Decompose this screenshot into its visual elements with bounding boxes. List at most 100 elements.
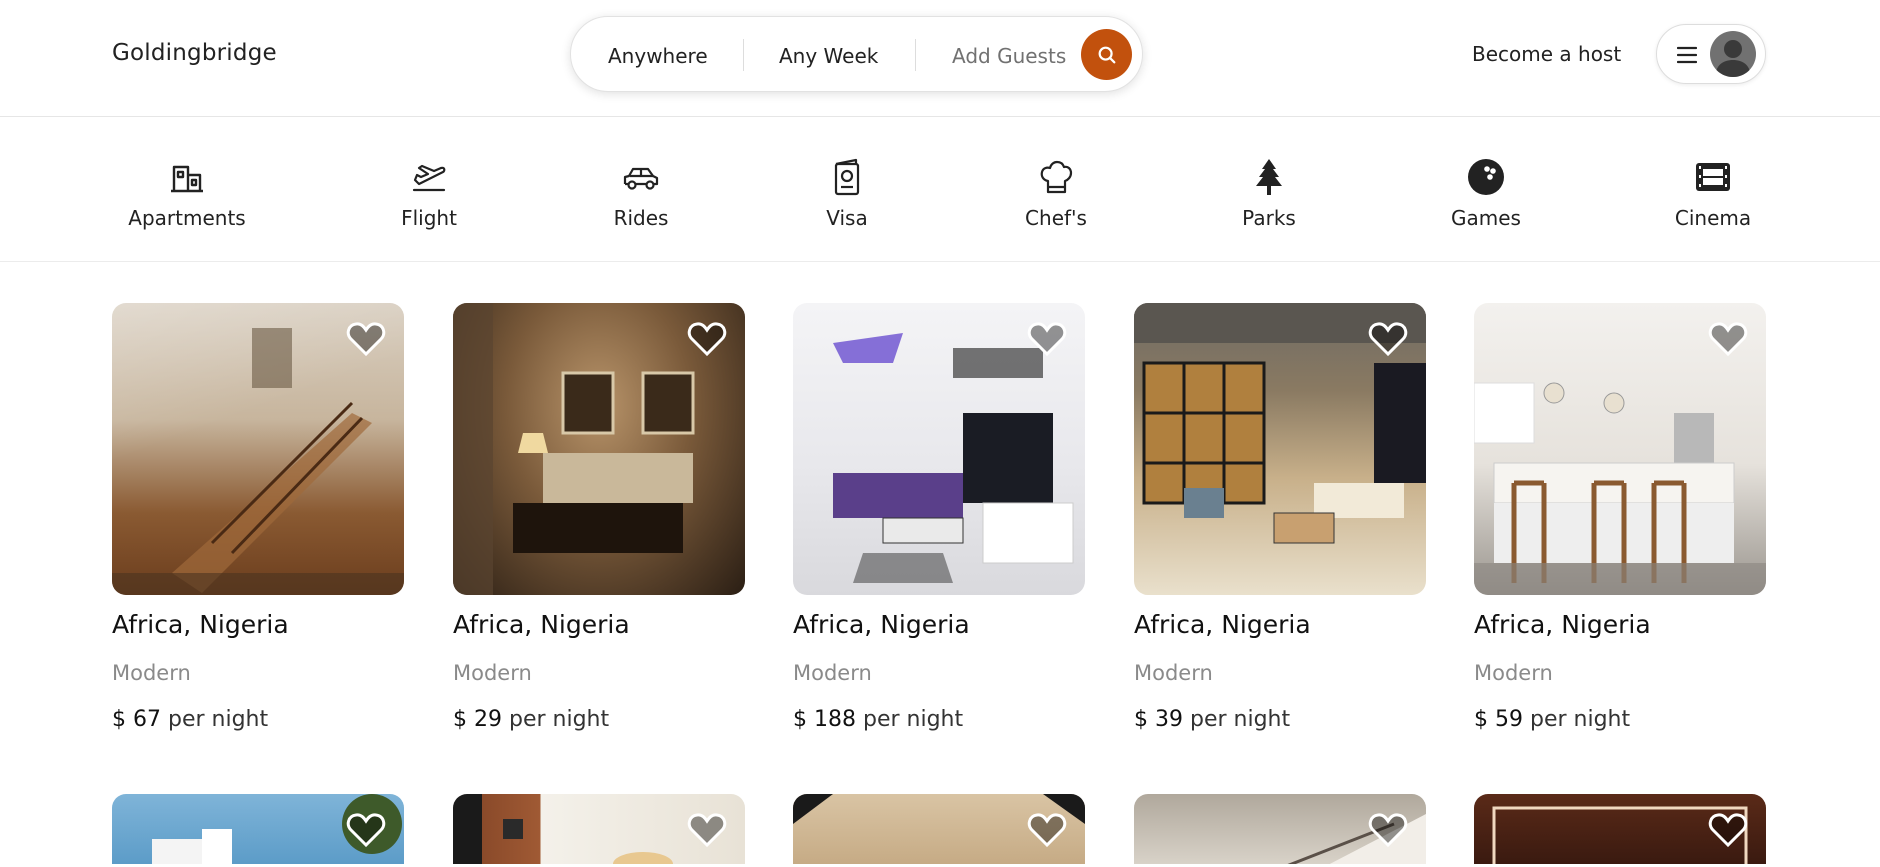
category-flight[interactable]: Flight bbox=[349, 158, 509, 230]
category-cinema[interactable]: Cinema bbox=[1633, 158, 1793, 230]
top-header: Goldingbridge Anywhere Any Week Add Gues… bbox=[0, 0, 1880, 117]
search-divider bbox=[915, 39, 916, 71]
user-icon bbox=[1715, 40, 1751, 77]
category-visa[interactable]: Visa bbox=[767, 158, 927, 230]
favorite-heart-icon[interactable] bbox=[1708, 812, 1748, 848]
user-menu-button[interactable] bbox=[1656, 24, 1766, 84]
film-icon bbox=[1696, 163, 1730, 191]
listing-photo[interactable] bbox=[1134, 794, 1426, 864]
listing-location: Africa, Nigeria bbox=[793, 610, 970, 639]
listing-photo[interactable] bbox=[1134, 303, 1426, 595]
brand-logo[interactable]: Goldingbridge bbox=[112, 40, 277, 66]
listing-price: $ 29 per night bbox=[453, 707, 609, 732]
listing-price: $ 67 per night bbox=[112, 707, 268, 732]
category-bar: Apartments Flight Rides Visa Chef's Park… bbox=[0, 118, 1880, 262]
search-bar[interactable]: Anywhere Any Week Add Guests bbox=[570, 16, 1143, 92]
become-host-link[interactable]: Become a host bbox=[1472, 42, 1621, 66]
listing-card[interactable]: Africa, Nigeria Modern $ 67 per night bbox=[112, 303, 404, 732]
category-label: Flight bbox=[401, 206, 457, 230]
category-label: Parks bbox=[1242, 206, 1296, 230]
listing-price: $ 188 per night bbox=[793, 707, 963, 732]
price-amount: 59 bbox=[1495, 707, 1523, 732]
listing-photo[interactable] bbox=[112, 303, 404, 595]
listing-card[interactable] bbox=[1474, 794, 1766, 864]
plane-icon bbox=[412, 164, 446, 192]
listing-photo[interactable] bbox=[453, 794, 745, 864]
favorite-heart-icon[interactable] bbox=[687, 321, 727, 357]
favorite-heart-icon[interactable] bbox=[1027, 812, 1067, 848]
category-label: Apartments bbox=[128, 206, 246, 230]
bowling-ball-icon bbox=[1468, 159, 1504, 195]
search-divider bbox=[743, 39, 744, 71]
price-amount: 188 bbox=[814, 707, 856, 732]
apartment-icon bbox=[171, 165, 203, 193]
listing-card[interactable]: Africa, Nigeria Modern $ 188 per night bbox=[793, 303, 1085, 732]
avatar bbox=[1710, 31, 1756, 77]
favorite-heart-icon[interactable] bbox=[687, 812, 727, 848]
search-anywhere[interactable]: Anywhere bbox=[608, 44, 708, 68]
menu-icon bbox=[1677, 46, 1697, 64]
listing-location: Africa, Nigeria bbox=[1134, 610, 1311, 639]
listing-card[interactable] bbox=[112, 794, 404, 864]
price-currency: $ bbox=[1134, 707, 1148, 732]
category-label: Cinema bbox=[1674, 206, 1752, 230]
listing-type: Modern bbox=[1474, 661, 1553, 685]
listing-card[interactable] bbox=[793, 794, 1085, 864]
price-unit: per night bbox=[1530, 707, 1631, 732]
favorite-heart-icon[interactable] bbox=[1368, 812, 1408, 848]
listing-price: $ 39 per night bbox=[1134, 707, 1290, 732]
listing-card[interactable] bbox=[1134, 794, 1426, 864]
category-label: Visa bbox=[826, 206, 868, 230]
listing-type: Modern bbox=[793, 661, 872, 685]
price-unit: per night bbox=[509, 707, 610, 732]
price-currency: $ bbox=[112, 707, 126, 732]
car-icon bbox=[623, 167, 659, 190]
category-apartments[interactable]: Apartments bbox=[107, 158, 267, 230]
search-add-guests[interactable]: Add Guests bbox=[952, 44, 1066, 68]
listing-type: Modern bbox=[453, 661, 532, 685]
category-label: Chef's bbox=[1025, 206, 1087, 230]
category-chefs[interactable]: Chef's bbox=[976, 158, 1136, 230]
category-label: Rides bbox=[613, 206, 669, 230]
search-button[interactable] bbox=[1081, 29, 1132, 80]
price-amount: 39 bbox=[1155, 707, 1183, 732]
favorite-heart-icon[interactable] bbox=[1708, 321, 1748, 357]
listing-card[interactable]: Africa, Nigeria Modern $ 29 per night bbox=[453, 303, 745, 732]
listing-photo[interactable] bbox=[793, 794, 1085, 864]
price-currency: $ bbox=[793, 707, 807, 732]
price-currency: $ bbox=[453, 707, 467, 732]
listing-type: Modern bbox=[112, 661, 191, 685]
listing-type: Modern bbox=[1134, 661, 1213, 685]
listing-price: $ 59 per night bbox=[1474, 707, 1630, 732]
price-unit: per night bbox=[168, 707, 269, 732]
price-unit: per night bbox=[1190, 707, 1291, 732]
listing-card[interactable]: Africa, Nigeria Modern $ 39 per night bbox=[1134, 303, 1426, 732]
listing-photo[interactable] bbox=[453, 303, 745, 595]
listing-photo[interactable] bbox=[1474, 303, 1766, 595]
listing-photo[interactable] bbox=[1474, 794, 1766, 864]
listing-photo[interactable] bbox=[793, 303, 1085, 595]
category-rides[interactable]: Rides bbox=[561, 158, 721, 230]
listing-location: Africa, Nigeria bbox=[112, 610, 289, 639]
listing-location: Africa, Nigeria bbox=[453, 610, 630, 639]
category-label: Games bbox=[1451, 206, 1521, 230]
favorite-heart-icon[interactable] bbox=[1027, 321, 1067, 357]
favorite-heart-icon[interactable] bbox=[346, 812, 386, 848]
listing-location: Africa, Nigeria bbox=[1474, 610, 1651, 639]
listing-card[interactable] bbox=[453, 794, 745, 864]
passport-icon bbox=[834, 158, 860, 196]
search-icon bbox=[1098, 46, 1115, 63]
listing-card[interactable]: Africa, Nigeria Modern $ 59 per night bbox=[1474, 303, 1766, 732]
category-parks[interactable]: Parks bbox=[1189, 158, 1349, 230]
price-currency: $ bbox=[1474, 707, 1488, 732]
favorite-heart-icon[interactable] bbox=[346, 321, 386, 357]
price-amount: 67 bbox=[133, 707, 161, 732]
category-games[interactable]: Games bbox=[1406, 158, 1566, 230]
favorite-heart-icon[interactable] bbox=[1368, 321, 1408, 357]
search-any-week[interactable]: Any Week bbox=[779, 44, 878, 68]
chef-hat-icon bbox=[1040, 160, 1073, 194]
listing-photo[interactable] bbox=[112, 794, 404, 864]
price-unit: per night bbox=[863, 707, 964, 732]
tree-icon bbox=[1256, 159, 1282, 195]
price-amount: 29 bbox=[474, 707, 502, 732]
